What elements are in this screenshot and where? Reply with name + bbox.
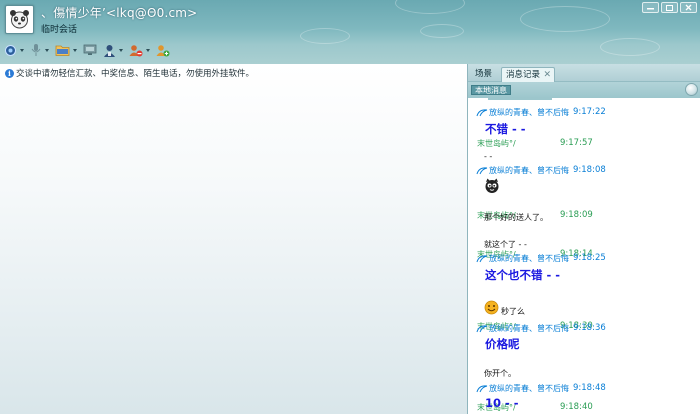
window-controls xyxy=(642,2,697,13)
message-sender-row: 放纵的青春、曾不后悔 9:18:08 xyxy=(468,164,700,176)
panel-tabbar: 场景 消息记录 ✕ xyxy=(468,64,700,82)
message-text: 价格呢 xyxy=(485,337,520,351)
add-user-icon xyxy=(156,44,170,56)
contact-info-button[interactable] xyxy=(103,41,123,59)
session-type-label: 临时会话 xyxy=(41,25,78,35)
message-time: 9:18:48 xyxy=(573,383,606,393)
close-button[interactable] xyxy=(680,2,697,13)
chevron-down-icon[interactable] xyxy=(45,48,49,52)
swirl-icon xyxy=(476,166,488,174)
message-text: 10 - - xyxy=(485,396,519,410)
message-time: 9:18:36 xyxy=(573,323,606,333)
chevron-down-icon[interactable] xyxy=(146,48,150,52)
contact-name[interactable]: 、傷情少年’<lkq@Θ0.cm> xyxy=(41,4,197,21)
message-sender-row: 放纵的青春、曾不后悔 9:18:36 xyxy=(468,322,700,334)
message-text: 不错 - - xyxy=(485,122,526,136)
message-divider xyxy=(488,98,552,100)
message-text: - - xyxy=(484,152,493,161)
message-sender-row: 放纵的青春、曾不后悔 9:18:25 xyxy=(468,252,700,264)
avatar[interactable] xyxy=(5,5,34,34)
sender-name: 放纵的青春、曾不后悔 xyxy=(489,323,569,333)
message-text: 秒了么 xyxy=(501,307,525,316)
video-call-button[interactable] xyxy=(4,41,24,59)
sender-name: 放纵的青春、曾不后悔 xyxy=(489,107,569,117)
background-ripple xyxy=(520,6,610,32)
message-text: 你开个。 xyxy=(484,369,516,378)
message-text: 这个也不错 - - xyxy=(485,268,561,282)
swirl-icon xyxy=(476,324,488,332)
history-panel: 场景 消息记录 ✕ 本地消息 放纵的青春、曾不后悔 9:17:22 不错 - -… xyxy=(467,64,700,414)
tab-message-history[interactable]: 消息记录 ✕ xyxy=(501,67,556,82)
chevron-down-icon[interactable] xyxy=(20,48,24,52)
block-user-button[interactable] xyxy=(129,41,150,59)
close-icon[interactable]: ✕ xyxy=(543,68,551,82)
chat-header: 、傷情少年’<lkq@Θ0.cm> 临时会话 xyxy=(0,0,700,64)
message-emote-row xyxy=(468,178,700,194)
chevron-down-icon[interactable] xyxy=(119,48,123,52)
background-ripple xyxy=(300,28,350,44)
message-display-area[interactable]: i 交谈中请勿轻信汇款、中奖信息、陌生电话，勿使用外挂软件。 xyxy=(0,64,467,414)
remote-desktop-button[interactable] xyxy=(83,41,97,59)
webcam-icon xyxy=(5,44,16,56)
security-notice: i 交谈中请勿轻信汇款、中奖信息、陌生电话，勿使用外挂软件。 xyxy=(5,67,254,79)
sender-name: 放纵的青春、曾不后悔 xyxy=(489,383,569,393)
swirl-icon xyxy=(476,384,488,392)
message-log[interactable]: 放纵的青春、曾不后悔 9:17:22 不错 - - 末世岛屿°/ 9:17:57… xyxy=(468,98,700,414)
info-icon: i xyxy=(5,68,14,78)
message-text: 就这个了 - - xyxy=(484,240,527,249)
remove-user-icon xyxy=(129,44,143,56)
chevron-down-icon[interactable] xyxy=(73,48,77,52)
sender-name: 放纵的青春、曾不后悔 xyxy=(489,165,569,175)
panda-avatar-icon xyxy=(10,10,29,29)
folder-icon xyxy=(55,45,70,56)
speaker-icon[interactable] xyxy=(685,83,698,96)
maximize-button[interactable] xyxy=(661,2,678,13)
swirl-icon xyxy=(476,108,488,116)
swirl-icon xyxy=(476,254,488,262)
cat-face-emoticon xyxy=(485,178,499,193)
local-messages-button[interactable]: 本地消息 xyxy=(471,85,511,95)
message-sender-row: 放纵的青春、曾不后悔 9:18:48 xyxy=(468,382,700,394)
message-sender-row: 末世岛屿°/ 9:17:57 xyxy=(468,138,700,150)
message-time: 9:17:22 xyxy=(573,107,606,117)
background-ripple xyxy=(600,38,660,56)
tab-scene[interactable]: 场景 xyxy=(471,67,496,82)
background-ripple xyxy=(395,0,465,14)
minimize-icon xyxy=(647,8,654,10)
minimize-button[interactable] xyxy=(642,2,659,13)
message-emote-row: 秒了么 xyxy=(468,300,700,316)
tab-message-history-label: 消息记录 xyxy=(506,70,541,80)
history-subbar: 本地消息 xyxy=(468,82,700,98)
message-time: 9:18:25 xyxy=(573,253,606,263)
message-text: 那个好的送人了。 xyxy=(484,213,548,222)
message-time: 9:17:57 xyxy=(560,138,593,148)
sender-name: 放纵的青春、曾不后悔 xyxy=(489,253,569,263)
message-time: 9:18:08 xyxy=(573,165,606,175)
chat-toolbar xyxy=(4,41,176,59)
message-sender-row: 放纵的青春、曾不后悔 9:17:22 xyxy=(468,106,700,118)
sender-name: 末世岛屿°/ xyxy=(477,139,516,148)
send-file-button[interactable] xyxy=(55,41,77,59)
security-notice-text: 交谈中请勿轻信汇款、中奖信息、陌生电话，勿使用外挂软件。 xyxy=(16,69,255,79)
add-friend-button[interactable] xyxy=(156,41,170,59)
background-ripple xyxy=(420,24,464,38)
maximize-icon xyxy=(666,4,673,11)
monitor-icon xyxy=(83,44,97,55)
person-icon xyxy=(104,44,115,57)
close-icon xyxy=(685,4,692,11)
voice-call-button[interactable] xyxy=(30,41,49,59)
microphone-icon xyxy=(31,44,41,56)
